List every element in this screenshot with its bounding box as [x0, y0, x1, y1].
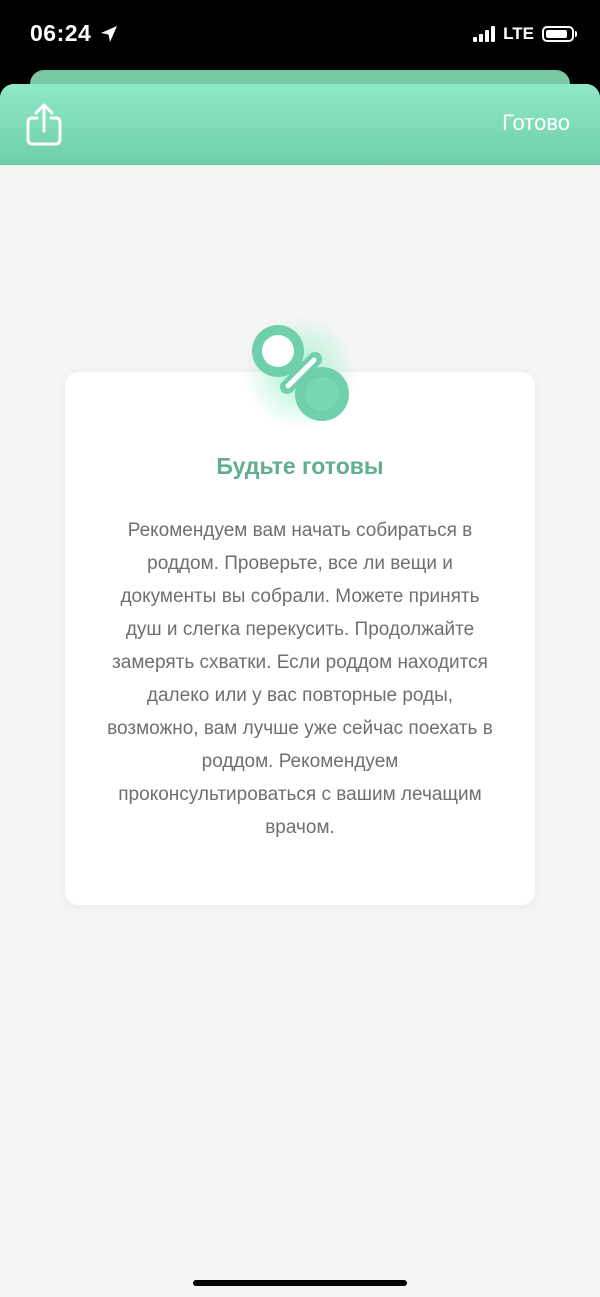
share-icon — [26, 103, 62, 146]
card-text: Рекомендуем вам начать собираться в родд… — [107, 520, 493, 838]
modal-sheet: Готово Будьте готовы Рекомендуем вам нач… — [0, 84, 600, 1297]
location-arrow-icon — [101, 25, 118, 42]
status-bar: 06:24 LTE — [0, 0, 600, 70]
status-time-text: 06:24 — [30, 20, 92, 46]
pacifier-icon — [243, 315, 357, 429]
done-button[interactable]: Готово — [502, 110, 570, 136]
status-indicators: LTE — [473, 24, 577, 44]
signal-icon — [473, 26, 496, 42]
battery-icon — [542, 26, 577, 42]
info-card: Будьте готовы Рекомендуем вам начать соб… — [65, 372, 535, 905]
nav-bar: Готово — [0, 84, 600, 165]
card-title: Будьте готовы — [216, 453, 384, 479]
status-time: 06:24 — [30, 20, 119, 47]
home-indicator[interactable] — [193, 1280, 407, 1286]
share-button[interactable] — [24, 102, 64, 146]
network-label: LTE — [503, 24, 534, 43]
